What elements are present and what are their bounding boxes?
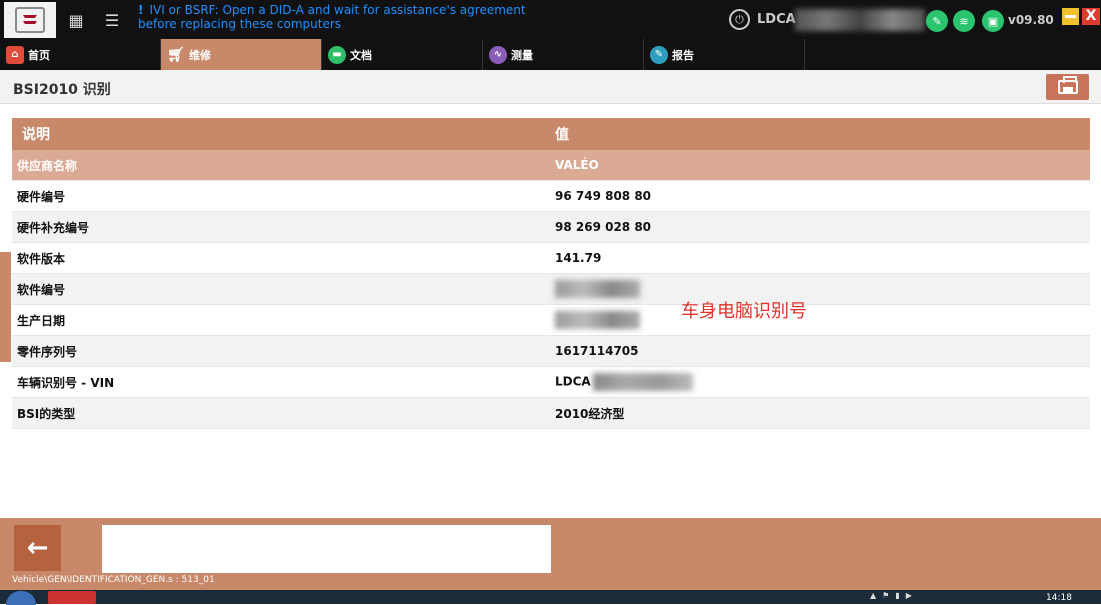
table-row: 零件序列号 1617114705 bbox=[12, 336, 1090, 367]
tab-report-label: 报告 bbox=[672, 48, 694, 62]
taskbar-clock: 14:18 bbox=[1046, 593, 1072, 603]
grid-menu-icon[interactable]: ▦ bbox=[62, 6, 90, 34]
identification-table: 说明 值 供应商名称 VALÉO 硬件编号 96 749 808 80 硬件补充… bbox=[12, 118, 1090, 429]
table-row: 硬件编号 96 749 808 80 bbox=[12, 181, 1090, 212]
redacted-value bbox=[555, 311, 640, 329]
row-label: 软件编号 bbox=[17, 282, 66, 297]
vin-prefix: LDCA bbox=[555, 374, 591, 389]
taskbar-app-button[interactable] bbox=[48, 591, 96, 604]
page-title: BSI2010 识别 bbox=[13, 82, 111, 98]
row-label: 零件序列号 bbox=[17, 344, 78, 359]
start-button[interactable] bbox=[6, 591, 36, 605]
row-label: 车辆识别号 - VIN bbox=[17, 375, 115, 390]
top-bar: ▦ ☰ ! IVI or BSRF: Open a DID-A and wait … bbox=[0, 0, 1101, 39]
row-label: 硬件编号 bbox=[17, 189, 66, 204]
cart-icon: 🛒︎ bbox=[167, 46, 185, 63]
vin-blurred bbox=[795, 9, 925, 31]
tab-measure-label: 测量 bbox=[511, 48, 533, 62]
logo-mark-icon bbox=[15, 7, 45, 33]
redacted-value bbox=[592, 373, 693, 391]
tab-documents[interactable]: ▬ 文档 bbox=[322, 39, 483, 70]
tab-repair-label: 维修 bbox=[189, 48, 211, 62]
tab-report[interactable]: ✎ 报告 bbox=[644, 39, 805, 70]
row-value bbox=[555, 311, 1090, 329]
footer-bar: ← Vehicle\GEN\IDENTIFICATION_GEN.s : 513… bbox=[0, 518, 1101, 590]
tab-documents-label: 文档 bbox=[350, 48, 372, 62]
tab-home[interactable]: ⌂ 首页 bbox=[0, 39, 161, 70]
row-value: 2010经济型 bbox=[555, 406, 625, 421]
row-value: LDCA bbox=[555, 373, 1090, 391]
system-tray-icons[interactable]: ▲⚑▮▶ bbox=[870, 591, 918, 600]
column-header-value: 值 bbox=[555, 127, 569, 143]
lock-icon[interactable]: ▣ bbox=[982, 10, 1004, 32]
row-value bbox=[555, 280, 1090, 298]
windows-taskbar: ▲⚑▮▶ 14:18 bbox=[0, 590, 1101, 605]
row-value: 98 269 028 80 bbox=[555, 220, 652, 234]
citroen-logo[interactable] bbox=[4, 2, 56, 38]
list-menu-icon[interactable]: ☰ bbox=[98, 6, 126, 34]
row-label: 生产日期 bbox=[17, 313, 66, 328]
warning-message: ! IVI or BSRF: Open a DID-A and wait for … bbox=[138, 3, 568, 31]
tab-measure[interactable]: ∿ 测量 bbox=[483, 39, 644, 70]
side-panel-handle[interactable] bbox=[0, 252, 11, 362]
annotation-label: 车身电脑识别号 bbox=[681, 301, 807, 322]
tab-home-label: 首页 bbox=[28, 48, 50, 62]
table-row: BSI的类型 2010经济型 bbox=[12, 398, 1090, 429]
minimize-button[interactable] bbox=[1062, 8, 1079, 25]
row-label: 供应商名称 bbox=[17, 158, 78, 173]
row-label: 硬件补充编号 bbox=[17, 220, 90, 235]
table-header: 说明 值 bbox=[12, 118, 1090, 150]
vci-status-icon[interactable]: ✎ bbox=[926, 10, 948, 32]
table-row: 车辆识别号 - VIN LDCA bbox=[12, 367, 1090, 398]
table-row: 生产日期 bbox=[12, 305, 1090, 336]
warning-icon: ! bbox=[138, 3, 144, 17]
row-label: 软件版本 bbox=[17, 251, 66, 266]
table-row: 供应商名称 VALÉO bbox=[12, 150, 1090, 181]
main-tabs: ⌂ 首页 🛒︎ 维修 ▬ 文档 ∿ 测量 ✎ 报告 bbox=[0, 39, 1101, 70]
software-version: v09.80 bbox=[1008, 13, 1054, 27]
table-row: 软件版本 141.79 bbox=[12, 243, 1090, 274]
table-row: 软件编号 bbox=[12, 274, 1090, 305]
column-header-description: 说明 bbox=[22, 127, 50, 143]
home-icon: ⌂ bbox=[6, 45, 24, 64]
print-button[interactable] bbox=[1046, 74, 1089, 100]
row-value: 141.79 bbox=[555, 251, 602, 265]
printer-icon bbox=[1057, 76, 1078, 94]
table-row: 硬件补充编号 98 269 028 80 bbox=[12, 212, 1090, 243]
row-value: 1617114705 bbox=[555, 344, 639, 358]
warning-message-text: IVI or BSRF: Open a DID-A and wait for a… bbox=[138, 3, 526, 31]
report-icon: ✎ bbox=[650, 45, 668, 64]
row-value: VALÉO bbox=[555, 158, 599, 172]
back-button[interactable]: ← bbox=[14, 525, 61, 571]
waveform-icon: ∿ bbox=[489, 45, 507, 64]
vehicle-vin-label: LDCA bbox=[757, 12, 796, 27]
row-label: BSI的类型 bbox=[17, 406, 76, 421]
row-value: 96 749 808 80 bbox=[555, 189, 652, 203]
screen-path: Vehicle\GEN\IDENTIFICATION_GEN.s : 513_0… bbox=[12, 575, 215, 585]
folder-icon: ▬ bbox=[328, 45, 346, 64]
tab-repair[interactable]: 🛒︎ 维修 bbox=[161, 39, 322, 70]
redacted-value bbox=[555, 280, 640, 298]
page-header: BSI2010 识别 bbox=[0, 70, 1101, 104]
close-button[interactable]: X bbox=[1082, 8, 1100, 25]
wifi-icon[interactable]: ≋ bbox=[953, 10, 975, 32]
power-icon[interactable]: ⏻ bbox=[729, 9, 750, 30]
footer-info-box bbox=[102, 525, 551, 573]
